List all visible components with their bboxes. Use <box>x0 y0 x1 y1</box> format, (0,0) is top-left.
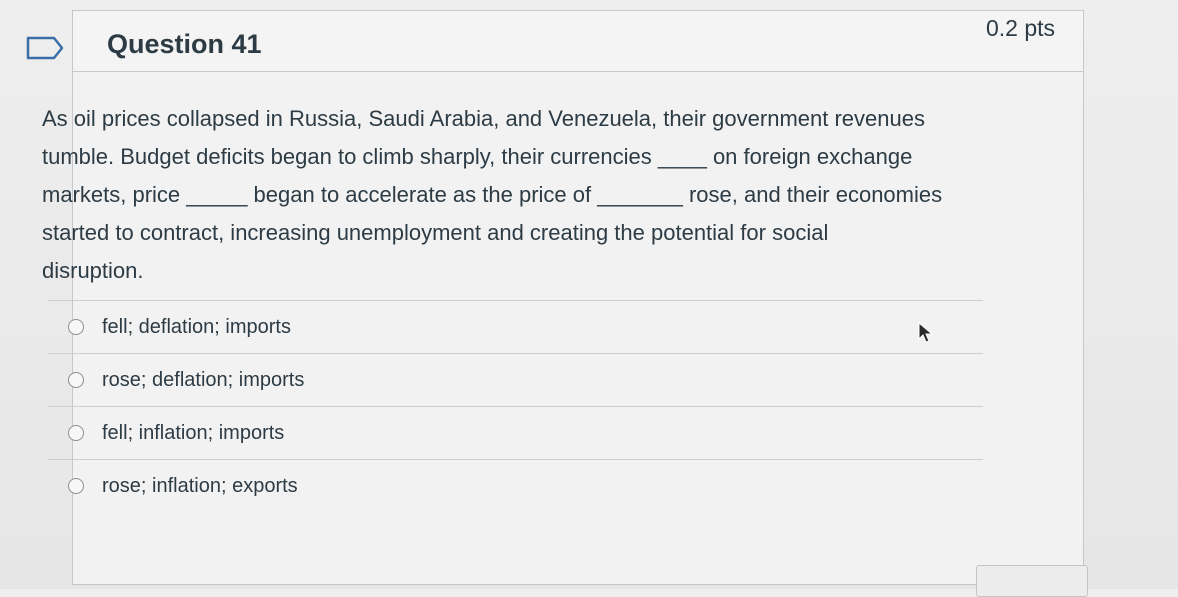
question-text-line: disruption. <box>42 258 144 283</box>
answer-list: fell; deflation; imports rose; deflation… <box>48 300 983 512</box>
question-points: 0.2 pts <box>985 15 1055 41</box>
question-header: Question 41 0.2 pts <box>73 11 1083 72</box>
mouse-pointer-icon <box>918 322 934 343</box>
radio-button[interactable] <box>68 372 84 388</box>
radio-button[interactable] <box>68 319 84 335</box>
answer-option[interactable]: fell; inflation; imports <box>48 406 983 459</box>
answer-option[interactable]: rose; deflation; imports <box>48 353 983 406</box>
answer-option[interactable]: rose; inflation; exports <box>48 459 983 512</box>
next-question-button[interactable] <box>976 565 1088 597</box>
question-text-line: started to contract, increasing unemploy… <box>42 220 829 245</box>
answer-label: rose; deflation; imports <box>102 368 305 391</box>
question-text-line: tumble. Budget deficits began to climb s… <box>42 144 913 169</box>
question-text: As oil prices collapsed in Russia, Saudi… <box>42 100 972 290</box>
answer-label: fell; inflation; imports <box>102 421 285 444</box>
radio-button[interactable] <box>68 425 84 441</box>
answer-option[interactable]: fell; deflation; imports <box>48 300 983 353</box>
question-title: Question 41 <box>107 29 262 59</box>
answer-label: rose; inflation; exports <box>102 474 298 497</box>
question-text-line: markets, price _____ began to accelerate… <box>42 182 943 207</box>
question-text-line: As oil prices collapsed in Russia, Saudi… <box>42 106 925 131</box>
radio-button[interactable] <box>68 478 84 494</box>
flag-question-icon[interactable] <box>26 36 64 60</box>
answer-label: fell; deflation; imports <box>102 315 291 338</box>
